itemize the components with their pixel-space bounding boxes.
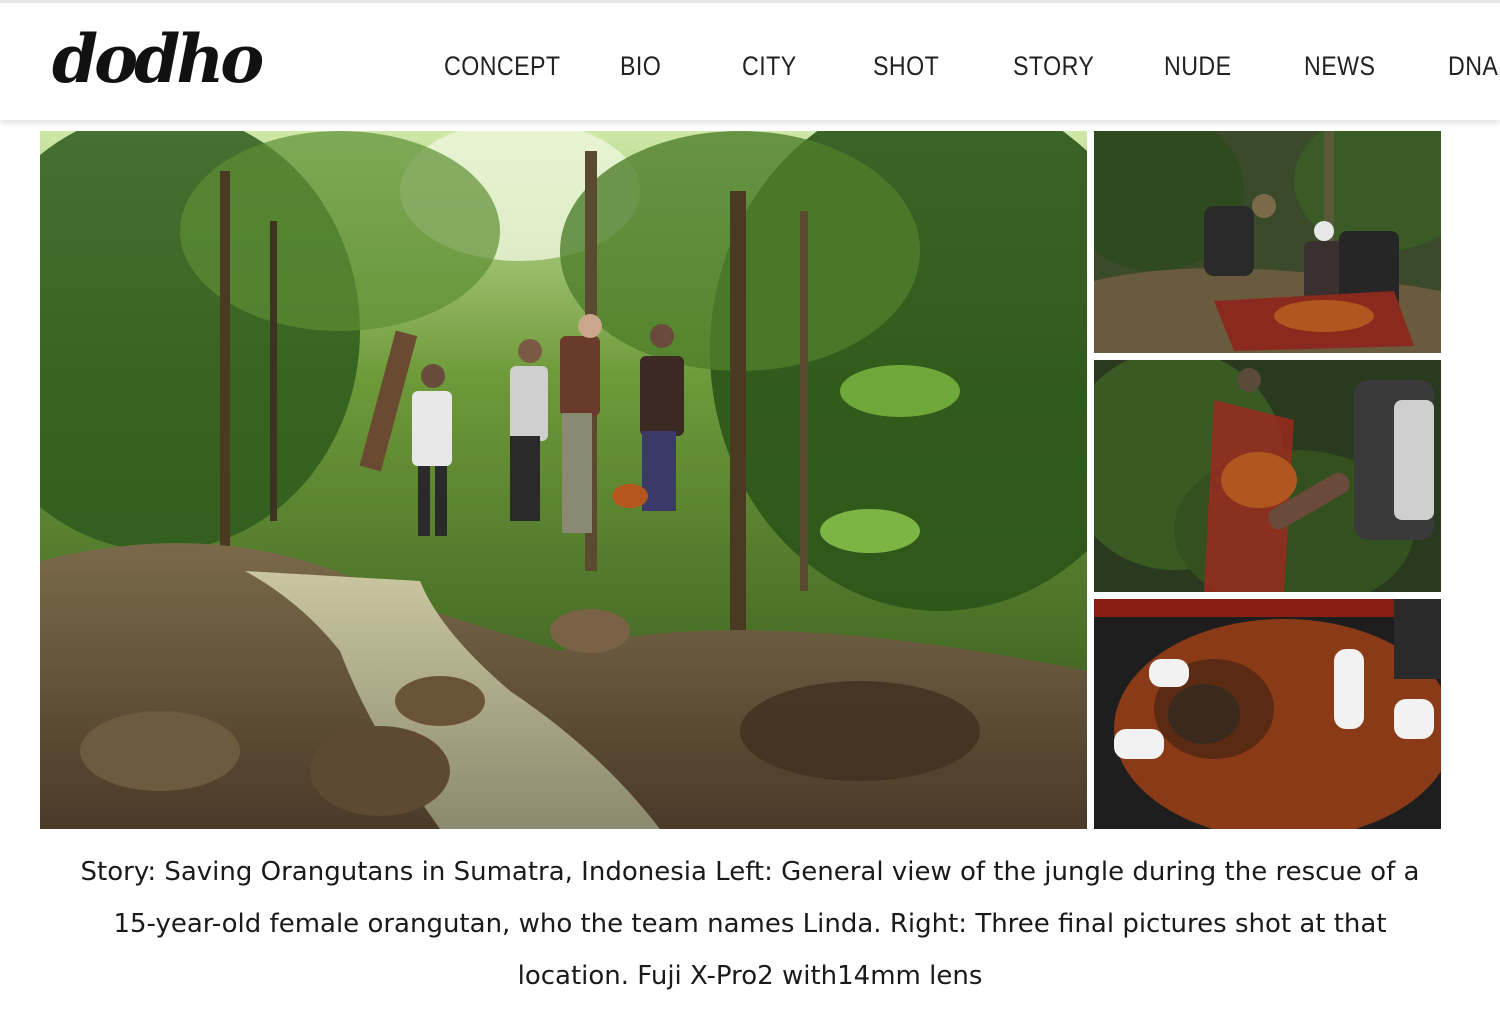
orangutan-net-photo[interactable] <box>1094 360 1441 592</box>
photo-caption: Story: Saving Orangutans in Sumatra, Ind… <box>80 857 1420 991</box>
jungle-stream-photo[interactable] <box>40 131 1087 829</box>
nav-item-story[interactable]: STORY <box>1013 43 1094 89</box>
photo-gallery <box>40 131 1441 829</box>
nav-item-news[interactable]: NEWS <box>1304 43 1375 89</box>
nav-item-nude[interactable]: NUDE <box>1164 43 1232 89</box>
nav-item-shot[interactable]: SHOT <box>873 43 939 89</box>
nav-item-concept[interactable]: CONCEPT <box>444 43 561 89</box>
nav-item-bio[interactable]: BIO <box>620 43 661 89</box>
site-header: dodho CONCEPT BIO CITY SHOT STORY NUDE N… <box>0 0 1500 120</box>
orangutan-closeup-photo[interactable] <box>1094 599 1441 829</box>
main-nav: CONCEPT BIO CITY SHOT STORY NUDE NEWS DN… <box>0 43 1500 89</box>
rescue-team-photo[interactable] <box>1094 131 1441 353</box>
nav-item-city[interactable]: CITY <box>742 43 797 89</box>
nav-item-dna[interactable]: DNA <box>1448 43 1498 89</box>
